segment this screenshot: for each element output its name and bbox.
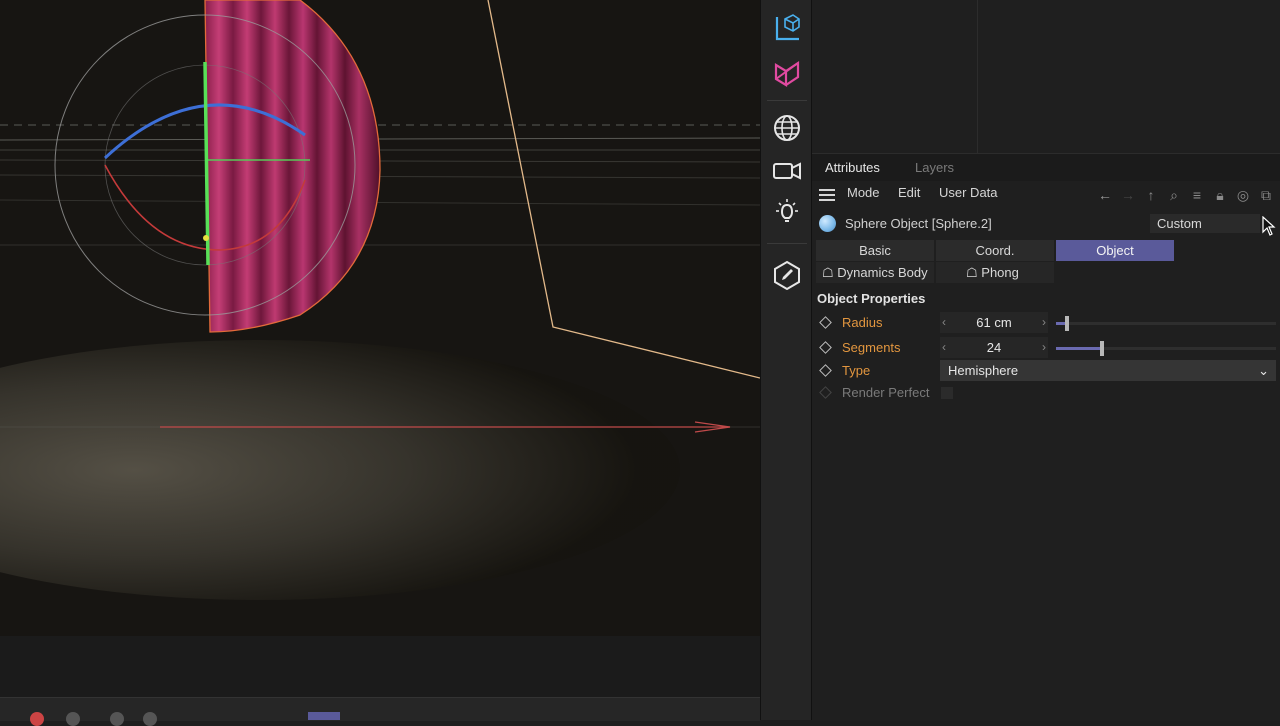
tab-phong[interactable]: ☖ Phong: [936, 262, 1054, 283]
new-window-icon[interactable]: ⧉: [1257, 186, 1275, 204]
section-title: Object Properties: [817, 291, 926, 306]
slider-knob[interactable]: [1100, 341, 1105, 356]
tab-attributes[interactable]: Attributes: [825, 160, 880, 175]
tab-basic[interactable]: Basic: [816, 240, 934, 261]
tab-layers[interactable]: Layers: [915, 160, 954, 175]
radius-row: Radius ‹ 61 cm ›: [812, 312, 1280, 334]
tab-object[interactable]: Object: [1056, 240, 1174, 261]
menu-mode[interactable]: Mode: [847, 185, 880, 200]
panel-tabs: Attributes Layers: [812, 154, 1280, 181]
attributes-panel: Attributes Layers Mode Edit User Data ← …: [812, 153, 1280, 721]
segments-row: Segments ‹ 24 ›: [812, 337, 1280, 359]
tab-dynamics-label: Dynamics Body: [837, 265, 928, 280]
globe-icon[interactable]: [769, 110, 805, 146]
filter-icon[interactable]: ≡: [1188, 186, 1206, 204]
object-toolbar: [760, 0, 812, 720]
chevron-down-icon: ⌄: [1258, 363, 1269, 378]
keyframe-diamond-icon[interactable]: [819, 316, 832, 329]
mode-dropdown[interactable]: Custom: [1150, 214, 1260, 233]
sphere-object-icon: [819, 215, 836, 232]
type-label: Type: [842, 363, 871, 378]
radius-field[interactable]: ‹ 61 cm ›: [940, 312, 1048, 333]
segments-field[interactable]: ‹ 24 ›: [940, 337, 1048, 358]
mouse-cursor-icon: [1262, 216, 1276, 236]
object-title: Sphere Object [Sphere.2]: [845, 216, 992, 231]
up-arrow-icon[interactable]: ↑: [1142, 186, 1160, 204]
object-header: Sphere Object [Sphere.2] Custom: [812, 211, 1280, 235]
edit-tag-icon[interactable]: [769, 257, 805, 293]
back-arrow-icon[interactable]: ←: [1096, 186, 1114, 204]
radius-label: Radius: [842, 315, 883, 330]
cube-axis-icon[interactable]: [769, 10, 805, 46]
camera-icon[interactable]: [769, 153, 805, 189]
light-icon[interactable]: [769, 195, 805, 231]
chevron-left-icon[interactable]: ‹: [942, 312, 946, 333]
render-perfect-label: Render Perfect: [842, 385, 930, 400]
attributes-menu-bar: Mode Edit User Data ← → ↑ ⌕ ≡ 🔒︎ ◎ ⧉: [812, 182, 1280, 206]
type-value: Hemisphere: [948, 363, 1019, 378]
search-icon[interactable]: ⌕: [1165, 186, 1183, 204]
type-select[interactable]: Hemisphere ⌄: [940, 360, 1276, 381]
tag-icon: ☖: [822, 265, 838, 280]
3d-viewport[interactable]: [0, 0, 760, 697]
keyframe-diamond-icon[interactable]: [819, 341, 832, 354]
type-row: Type Hemisphere ⌄: [812, 360, 1280, 382]
tab-coord[interactable]: Coord.: [936, 240, 1054, 261]
hamburger-menu-icon[interactable]: [819, 189, 835, 201]
slider-knob[interactable]: [1065, 316, 1069, 331]
timeline-strip: [0, 697, 760, 726]
render-perfect-row: Render Perfect: [812, 382, 1280, 404]
segments-label: Segments: [842, 340, 901, 355]
keyframe-diamond-icon: [819, 386, 832, 399]
tag-icon: ☖: [966, 265, 982, 280]
render-perfect-checkbox[interactable]: [941, 387, 953, 399]
chevron-right-icon[interactable]: ›: [1042, 312, 1046, 333]
object-manager-panel: [812, 0, 1280, 153]
tab-phong-label: Phong: [981, 265, 1019, 280]
deformer-icon[interactable]: [769, 56, 805, 92]
viewport-scene: [0, 0, 760, 697]
segments-value: 24: [986, 340, 1002, 355]
chevron-left-icon[interactable]: ‹: [942, 337, 946, 358]
radius-value: 61 cm: [976, 315, 1012, 330]
viewport-bottom-area: [0, 636, 760, 697]
target-icon[interactable]: ◎: [1234, 186, 1252, 204]
menu-edit[interactable]: Edit: [898, 185, 920, 200]
segments-slider[interactable]: [1056, 341, 1276, 356]
forward-arrow-icon[interactable]: →: [1119, 186, 1137, 204]
keyframe-diamond-icon[interactable]: [819, 364, 832, 377]
radius-slider[interactable]: [1056, 316, 1276, 331]
chevron-right-icon[interactable]: ›: [1042, 337, 1046, 358]
menu-user-data[interactable]: User Data: [939, 185, 998, 200]
tab-dynamics-body[interactable]: ☖ Dynamics Body: [816, 262, 934, 283]
lock-icon[interactable]: 🔒︎: [1211, 186, 1229, 204]
